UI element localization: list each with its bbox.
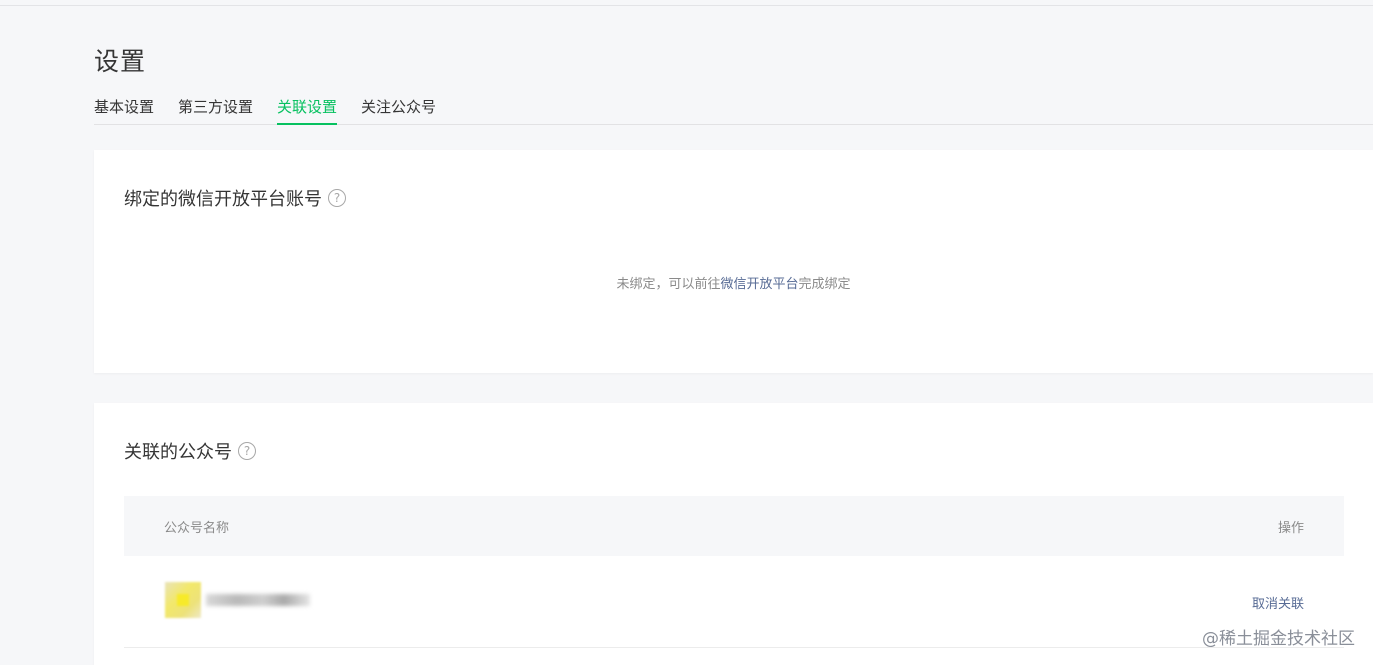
open-platform-title: 绑定的微信开放平台账号 ? — [124, 185, 346, 211]
page-title: 设置 — [94, 47, 147, 76]
unlink-button[interactable]: 取消关联 — [1252, 593, 1304, 612]
tab-link-settings[interactable]: 关联设置 — [277, 96, 338, 125]
linked-accounts-card: 关联的公众号 ? 公众号名称 操作 取消关联 — [94, 403, 1373, 665]
open-platform-link[interactable]: 微信开放平台 — [720, 277, 798, 292]
column-header-name: 公众号名称 — [164, 521, 230, 536]
open-platform-card: 绑定的微信开放平台账号 ? 未绑定，可以前往微信开放平台完成绑定 — [94, 150, 1373, 373]
tab-third-party-settings[interactable]: 第三方设置 — [178, 96, 253, 125]
question-circle-icon[interactable]: ? — [328, 189, 346, 207]
watermark: @稀土掘金技术社区 — [1202, 629, 1355, 649]
unbound-message: 未绑定，可以前往微信开放平台完成绑定 — [94, 273, 1373, 292]
unbound-message-suffix: 完成绑定 — [798, 277, 851, 292]
linked-accounts-table: 公众号名称 操作 取消关联 — [124, 496, 1344, 648]
question-circle-icon[interactable]: ? — [238, 442, 256, 460]
settings-tabs: 基本设置 第三方设置 关联设置 关注公众号 — [94, 96, 1373, 125]
linked-accounts-title: 关联的公众号 ? — [124, 438, 256, 464]
unbound-message-prefix: 未绑定，可以前往 — [616, 277, 721, 292]
account-name-blurred — [206, 594, 310, 606]
tab-follow-official-account[interactable]: 关注公众号 — [361, 96, 436, 125]
open-platform-title-text: 绑定的微信开放平台账号 — [124, 189, 322, 210]
account-avatar — [165, 582, 201, 618]
top-divider — [0, 0, 1373, 6]
table-header: 公众号名称 操作 — [124, 496, 1344, 556]
linked-accounts-title-text: 关联的公众号 — [124, 442, 232, 463]
tab-basic-settings[interactable]: 基本设置 — [94, 96, 154, 125]
table-row: 取消关联 — [124, 556, 1344, 648]
column-header-ops: 操作 — [1277, 521, 1304, 536]
